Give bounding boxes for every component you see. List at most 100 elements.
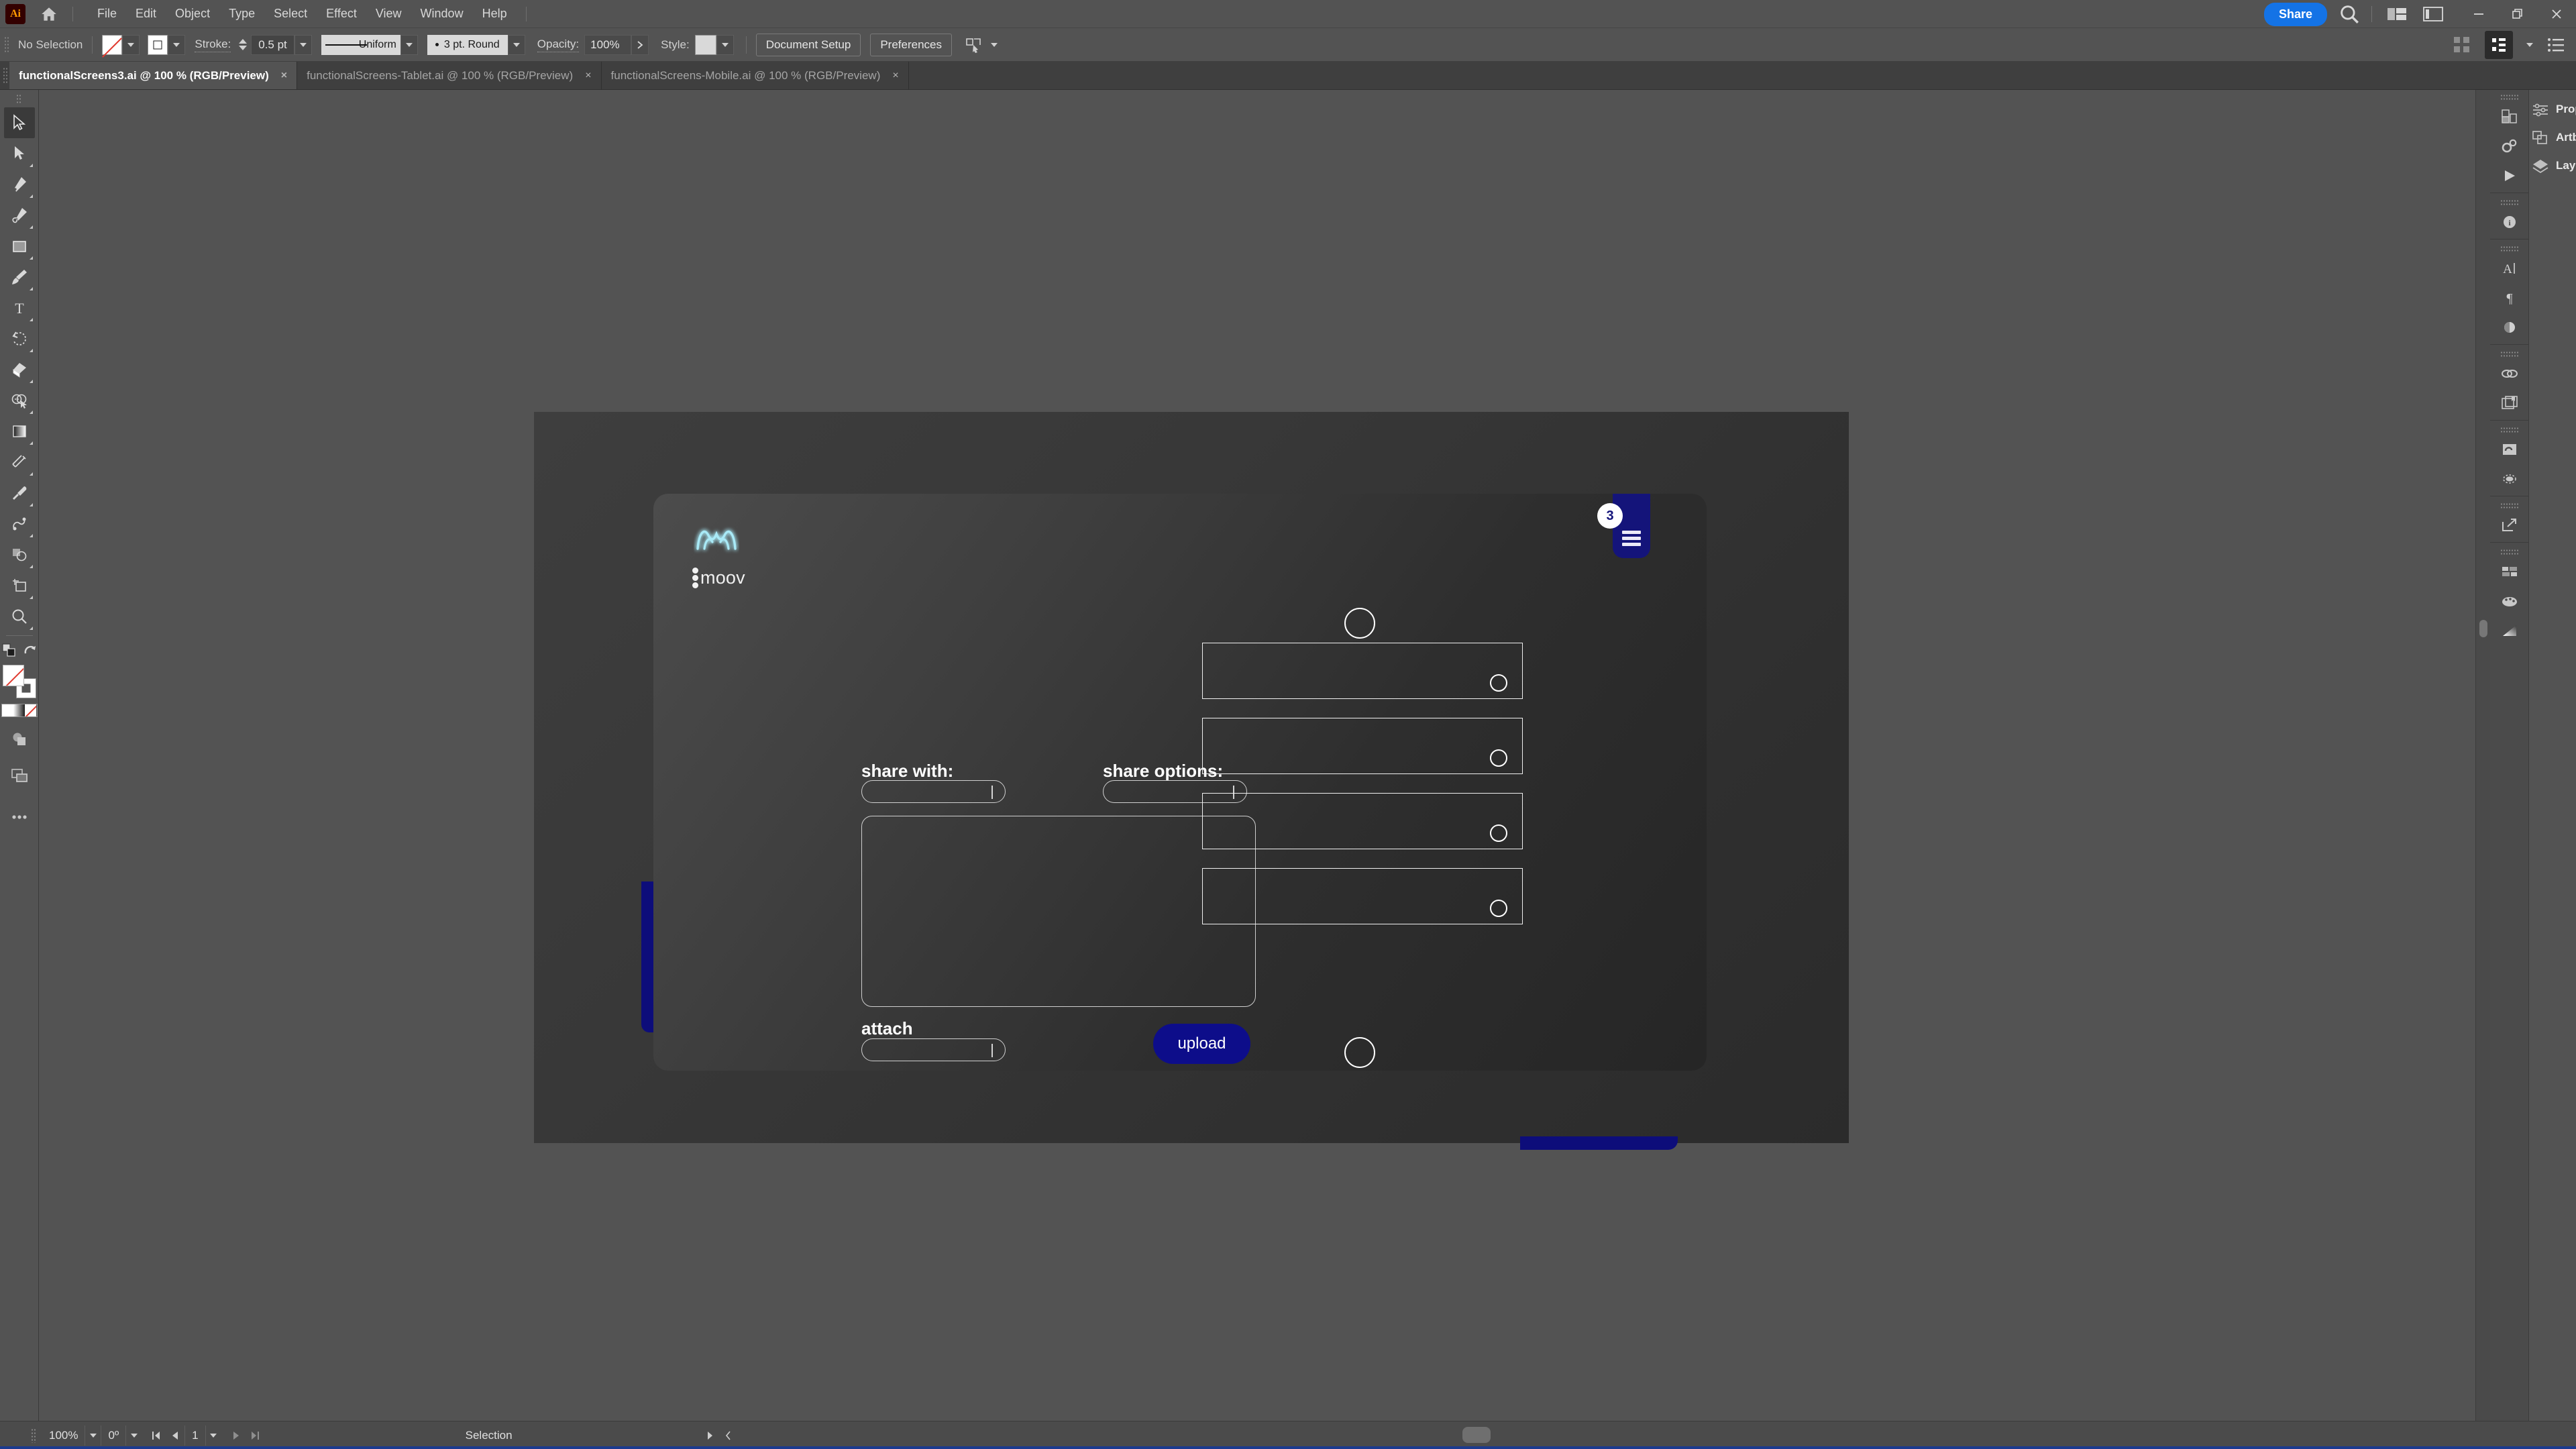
tab-functionalscreens3[interactable]: functionalScreens3.ai @ 100 % (RGB/Previ… (9, 62, 298, 89)
canvas-area[interactable]: moov 3 share with: share options: attach (39, 90, 2490, 1421)
close-button[interactable] (2537, 0, 2576, 28)
paintbrush-tool[interactable] (4, 262, 35, 292)
panel-group-grip[interactable] (2500, 502, 2519, 509)
panel-group-grip[interactable] (2500, 427, 2519, 433)
width-tool[interactable] (4, 447, 35, 478)
zoom-dropdown-button[interactable] (85, 1425, 101, 1446)
type-tool[interactable]: T (4, 292, 35, 323)
transform-icon[interactable] (2494, 102, 2525, 131)
screen-mode-icon[interactable] (4, 760, 35, 791)
close-icon[interactable]: × (281, 70, 287, 82)
opacity-label[interactable]: Opacity: (537, 38, 580, 52)
shaper-tool[interactable] (4, 539, 35, 570)
scroll-left-button[interactable] (719, 1426, 738, 1446)
sidebar-item-artboards[interactable]: Artboards (2529, 123, 2576, 152)
menu-item-edit[interactable]: Edit (126, 4, 166, 23)
artboard-dropdown-button[interactable] (205, 1425, 221, 1446)
brush-definition-dropdown[interactable] (507, 34, 525, 55)
stroke-weight-dropdown[interactable] (294, 34, 312, 55)
panel-toggle-icon[interactable] (2423, 5, 2443, 23)
stroke-weight-label[interactable]: Stroke: (195, 38, 231, 52)
properties-list-icon[interactable] (2546, 36, 2565, 54)
artboard[interactable]: moov 3 share with: share options: attach (534, 412, 1849, 1150)
search-icon[interactable] (2338, 3, 2361, 25)
preferences-button[interactable]: Preferences (870, 33, 952, 56)
rotate-tool[interactable] (4, 323, 35, 354)
scroll-down-circle[interactable] (1344, 1037, 1375, 1068)
appearance-icon[interactable] (2494, 464, 2525, 494)
menu-item-file[interactable]: File (88, 4, 126, 23)
status-bar-grip[interactable] (31, 1428, 37, 1443)
tab-bar-grip[interactable] (3, 67, 8, 84)
vertical-scroll-thumb[interactable] (2479, 620, 2487, 637)
gradient-icon[interactable] (2494, 616, 2525, 645)
select-similar-dropdown[interactable] (985, 35, 1003, 55)
symbol-sprayer-tool[interactable] (4, 508, 35, 539)
links-icon[interactable] (2494, 359, 2525, 388)
gradient-mode-button[interactable] (13, 704, 25, 716)
rotation-dropdown-button[interactable] (125, 1425, 142, 1446)
list-row[interactable] (1202, 643, 1523, 699)
stepper-down-icon[interactable] (239, 46, 248, 50)
maximize-button[interactable] (2498, 0, 2537, 28)
rectangle-tool[interactable] (4, 231, 35, 262)
share-button[interactable]: Share (2263, 2, 2327, 26)
close-icon[interactable]: × (585, 70, 591, 82)
swap-fill-stroke-icon[interactable] (0, 639, 19, 662)
brush-definition-select[interactable]: 3 pt. Round (427, 34, 508, 55)
row-circle-icon[interactable] (1490, 824, 1507, 842)
menu-item-effect[interactable]: Effect (317, 4, 366, 23)
image-trace-icon[interactable] (2494, 435, 2525, 464)
shape-builder-tool[interactable] (4, 385, 35, 416)
direct-selection-tool[interactable] (4, 138, 35, 169)
close-icon[interactable]: × (892, 70, 898, 82)
fill-dropdown-button[interactable] (122, 34, 140, 55)
control-bar-grip[interactable] (4, 36, 10, 54)
sidebar-item-layers[interactable]: Layers (2529, 152, 2576, 180)
fill-swatch[interactable] (102, 34, 123, 58)
libraries-icon[interactable] (2494, 388, 2525, 418)
home-icon[interactable] (40, 5, 58, 23)
stroke-weight-input[interactable]: 0.5 pt (251, 34, 294, 55)
panel-group-grip[interactable] (2500, 94, 2519, 101)
workspace-switcher-icon[interactable] (2387, 5, 2407, 23)
eraser-tool[interactable] (4, 354, 35, 385)
document-setup-button[interactable]: Document Setup (755, 33, 861, 56)
stepper-up-icon[interactable] (239, 39, 248, 44)
rotation-field[interactable]: 0º (101, 1425, 125, 1446)
stroke-swatch[interactable] (148, 34, 168, 55)
opacity-input[interactable]: 100% (584, 34, 632, 55)
row-circle-icon[interactable] (1490, 674, 1507, 692)
share-with-input[interactable] (861, 780, 1006, 803)
panel-group-grip[interactable] (2500, 549, 2519, 555)
panel-group-grip[interactable] (2500, 199, 2519, 206)
align-grid-icon[interactable] (2453, 36, 2471, 54)
stroke-profile-select[interactable]: Uniform (321, 34, 400, 55)
eyedropper-tool[interactable] (4, 478, 35, 508)
arrange-documents-icon[interactable] (2485, 30, 2513, 59)
paragraph-icon[interactable]: ¶ (2494, 283, 2525, 313)
fill-stroke-indicator[interactable] (2, 665, 36, 698)
row-circle-icon[interactable] (1490, 749, 1507, 767)
horizontal-scroll-thumb[interactable] (1462, 1427, 1491, 1443)
chevron-down-icon[interactable] (2526, 42, 2533, 47)
opacity-icon[interactable] (2494, 313, 2525, 342)
last-artboard-button[interactable] (246, 1426, 264, 1446)
tools-panel-grip[interactable] (16, 94, 22, 105)
character-icon[interactable]: A (2494, 254, 2525, 283)
next-artboard-button[interactable] (227, 1426, 246, 1446)
scroll-up-circle[interactable] (1344, 608, 1375, 639)
first-artboard-button[interactable] (147, 1426, 166, 1446)
curvature-tool[interactable] (4, 200, 35, 231)
stroke-dropdown-button[interactable] (168, 34, 186, 55)
list-row[interactable] (1202, 868, 1523, 924)
drawing-mode-icon[interactable] (4, 724, 35, 755)
zoom-tool[interactable] (4, 601, 35, 632)
play-icon[interactable] (2494, 161, 2525, 191)
tab-functionalscreens-tablet[interactable]: functionalScreens-Tablet.ai @ 100 % (RGB… (297, 62, 602, 89)
color-gradient-none-bar[interactable] (1, 704, 38, 717)
info-icon[interactable]: i (2494, 207, 2525, 237)
sidebar-item-properties[interactable]: Properties (2529, 95, 2576, 123)
list-row[interactable] (1202, 718, 1523, 774)
panel-group-grip[interactable] (2500, 351, 2519, 358)
